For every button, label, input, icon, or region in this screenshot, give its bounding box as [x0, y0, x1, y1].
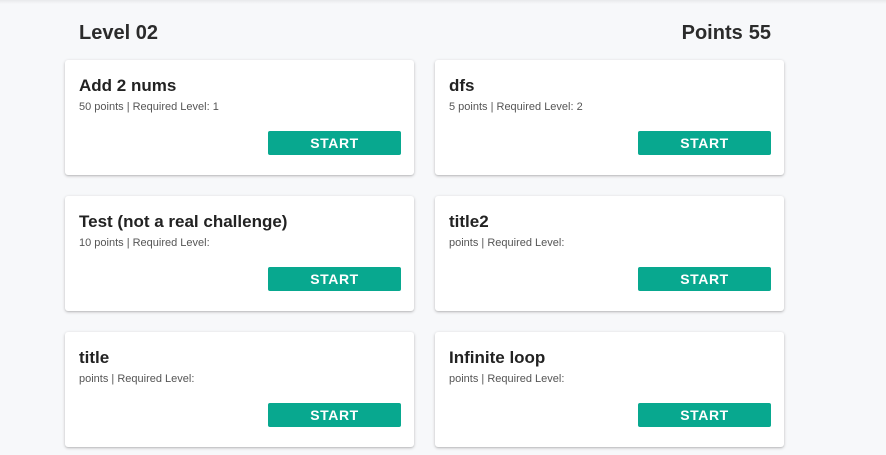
top-shadow [0, 0, 886, 4]
challenge-title: Infinite loop [449, 348, 546, 367]
start-button[interactable]: START [638, 131, 771, 155]
challenge-meta: points | Required Level: [449, 237, 565, 249]
challenge-card: title2 points | Required Level: START [435, 196, 784, 311]
points-value: 55 [748, 21, 771, 44]
challenge-meta: 50 points | Required Level: 1 [79, 101, 219, 113]
challenge-card: title points | Required Level: START [65, 332, 414, 447]
level-title: Level 02 [79, 21, 158, 44]
start-button[interactable]: START [268, 267, 401, 291]
challenge-title: dfs [449, 76, 475, 95]
start-button[interactable]: START [268, 403, 401, 427]
challenge-meta: points | Required Level: [449, 373, 565, 385]
points-label: Points [681, 21, 743, 44]
challenge-meta: 5 points | Required Level: 2 [449, 101, 583, 113]
start-button[interactable]: START [638, 403, 771, 427]
challenge-card: Add 2 nums 50 points | Required Level: 1… [65, 60, 414, 175]
challenge-meta: points | Required Level: [79, 373, 195, 385]
challenge-card: dfs 5 points | Required Level: 2 START [435, 60, 784, 175]
header-bar: Level 02 Points 55 [79, 20, 771, 46]
challenges-page: Level 02 Points 55 Add 2 nums 50 points … [0, 0, 886, 455]
challenge-grid: Add 2 nums 50 points | Required Level: 1… [65, 60, 784, 447]
challenge-title: title [79, 348, 110, 367]
challenge-title: Test (not a real challenge) [79, 212, 288, 231]
challenge-title: title2 [449, 212, 489, 231]
challenge-card: Test (not a real challenge) 10 points | … [65, 196, 414, 311]
challenge-meta: 10 points | Required Level: [79, 237, 210, 249]
points-display: Points 55 [682, 22, 771, 45]
start-button[interactable]: START [268, 131, 401, 155]
challenge-title: Add 2 nums [79, 76, 177, 95]
challenge-card: Infinite loop points | Required Level: S… [435, 332, 784, 447]
start-button[interactable]: START [638, 267, 771, 291]
